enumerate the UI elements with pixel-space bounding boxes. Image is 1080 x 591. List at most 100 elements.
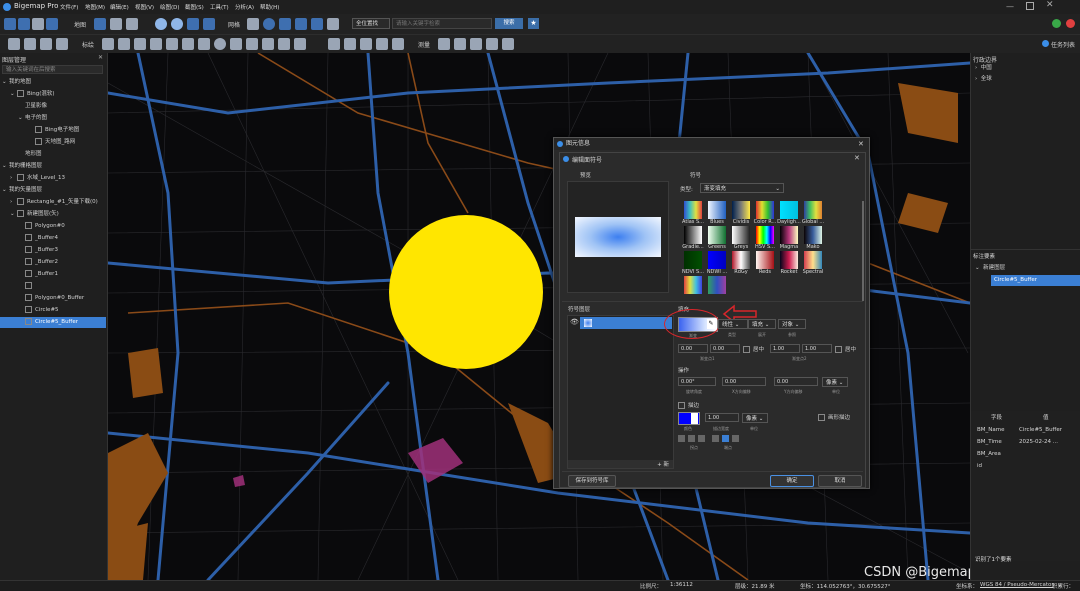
expand-chevron-icon[interactable]: ⌄ [2,185,9,196]
layer-checkbox[interactable] [25,246,32,253]
join-round-icon[interactable] [688,435,695,442]
layer-checkbox[interactable] [17,174,24,181]
tool-icon-1[interactable] [279,18,291,30]
add-layer-button[interactable]: + 新 [657,460,669,468]
layer-tree-item[interactable]: _Buffer1 [0,269,106,280]
menu-item-4[interactable]: 绘图(D) [160,3,180,11]
scale-value[interactable]: 1:36112 [670,582,693,588]
color-ramp-swatch[interactable] [708,251,726,269]
feature-layer-root[interactable]: ⌄ 新建图层 [975,263,1005,274]
measure-area-icon[interactable] [470,38,482,50]
offset-y-input[interactable]: 0.00 [774,377,818,386]
menu-item-8[interactable]: 帮助(H) [260,3,279,11]
layer-checkbox[interactable] [17,90,24,97]
measure-point-icon[interactable] [438,38,450,50]
outer-dialog-close-icon[interactable]: ✕ [858,138,864,150]
color-ramp-swatch[interactable] [684,276,702,294]
cut-icon[interactable] [360,38,372,50]
symbol-layer-row[interactable] [580,317,672,329]
tool-icon-5[interactable] [40,38,52,50]
cap-round-icon[interactable] [732,435,739,442]
color-ramp-swatch[interactable] [780,226,798,244]
menu-item-3[interactable]: 视图(V) [135,3,154,11]
layer-tree-item[interactable]: Polygon#0 [0,221,106,232]
tool-icon-7[interactable] [376,38,388,50]
star-icon[interactable]: ★ [528,18,539,29]
point-icon[interactable] [102,38,114,50]
stroke-check[interactable]: 描边 [678,401,699,409]
cap-flat-icon[interactable] [712,435,719,442]
ramp-scrollbar[interactable] [862,201,864,301]
text-icon[interactable] [246,38,258,50]
map-label[interactable]: 地图 [74,20,86,29]
ok-button[interactable]: 确定 [770,475,814,487]
tool-icon-6[interactable] [56,38,68,50]
color-ramp-swatch[interactable] [684,226,702,244]
layer-visible-icon[interactable]: 👁 [570,318,579,326]
gradient-ref-select[interactable]: 对象 ⌄ [778,319,806,329]
rotate-input[interactable]: 0.00° [678,377,716,386]
layer-tree-item[interactable]: ⌄ 我的栅格图层 [0,161,106,172]
crs-value[interactable]: WGS 84 / Pseudo-Mercator [980,582,1054,588]
line-icon[interactable] [134,38,146,50]
layer-tree-item[interactable]: Polygon#0_Buffer [0,293,106,304]
layer-tree-item[interactable]: Bing电子地图 [0,125,106,136]
color-ramp-swatch[interactable] [708,226,726,244]
globe-icon[interactable] [263,18,275,30]
layer-checkbox[interactable] [17,210,24,217]
draw-effect-check[interactable]: 画形描边 [818,413,850,421]
grid-icon[interactable] [247,18,259,30]
square-icon[interactable] [182,38,194,50]
select-icon[interactable] [24,38,36,50]
color-ramp-swatch[interactable] [708,276,726,294]
menu-item-2[interactable]: 编辑(E) [110,3,129,11]
attr-value[interactable]: 2025-02-24 ... [1019,439,1058,445]
map-type-icon[interactable] [94,18,106,30]
export-icon[interactable] [46,18,58,30]
color-ramp-swatch[interactable] [756,201,774,219]
admin-item-china[interactable]: › 中国 [975,63,992,74]
zoom-in-icon[interactable] [155,18,167,30]
color-ramp-swatch[interactable] [780,251,798,269]
color-ramp-swatch[interactable] [756,251,774,269]
unit-select[interactable]: 像素 ⌄ [822,377,848,387]
layer-checkbox[interactable] [25,294,32,301]
measure-clear-icon[interactable] [502,38,514,50]
layer-tree-item[interactable]: › 水域_Level_13 [0,173,106,184]
plot-label[interactable]: 标绘 [82,40,94,49]
tool-icon-3[interactable] [311,18,323,30]
layer-checkbox[interactable] [25,222,32,229]
task-list-icon[interactable] [1042,40,1049,47]
curve-icon[interactable] [278,38,290,50]
menu-item-7[interactable]: 分析(A) [235,3,254,11]
search-type-select[interactable]: 全位置找 [352,18,390,29]
polyline-icon[interactable] [118,38,130,50]
gradient-spread-select[interactable]: 填充 ⌄ [748,319,776,329]
tool-icon-4[interactable] [327,18,339,30]
search-button[interactable]: 搜索 [495,18,523,29]
stroke-width-input[interactable]: 1.00 [705,413,739,422]
menu-item-6[interactable]: 工具(T) [210,3,229,11]
color-ramp-swatch[interactable] [804,251,822,269]
expand-chevron-icon[interactable]: ⌄ [18,113,25,124]
layer-tree-item[interactable]: ⌄ 新建图层(矢) [0,209,106,220]
menu-item-1[interactable]: 地图(M) [85,3,105,11]
arrow-icon[interactable] [262,38,274,50]
layer-tree-item[interactable]: ⌄ 我的地图 [0,77,106,88]
expand-chevron-icon[interactable]: ⌄ [2,77,9,88]
measure-height-icon[interactable] [486,38,498,50]
pan-icon[interactable] [8,38,20,50]
layer-tree-item[interactable]: 地形图 [0,149,106,160]
feature-layer-child[interactable]: Circle#5_Buffer [991,275,1080,286]
layer-tree-item[interactable]: Circle#5_Buffer [0,317,106,328]
cancel-button[interactable]: 取消 [818,475,862,487]
settings-icon[interactable] [32,18,44,30]
task-list-label[interactable]: 任务列表 [1051,40,1075,49]
layer-tree-item[interactable]: _Buffer3 [0,245,106,256]
layer-tree-item[interactable]: ⌄ Bing(混软) [0,89,106,100]
close-icon[interactable]: ✕ [1046,0,1054,10]
layer-tree-item[interactable] [0,281,106,292]
rect-icon[interactable] [150,38,162,50]
edit-symbol-close-icon[interactable]: ✕ [854,154,860,162]
attr-value[interactable]: Circle#5_Buffer [1019,427,1062,433]
